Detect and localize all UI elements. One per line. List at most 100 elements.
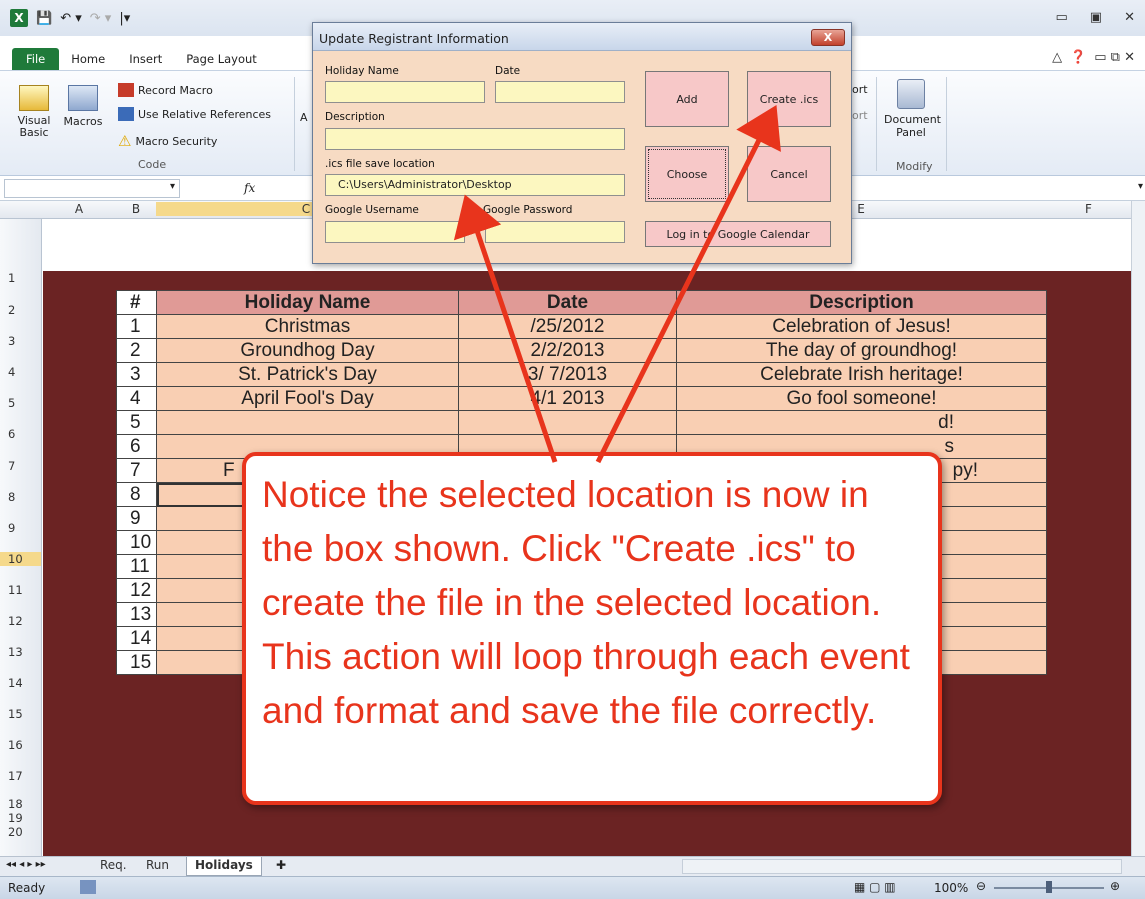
macros-button[interactable]: Macros bbox=[60, 85, 106, 128]
cell-desc[interactable]: Go fool someone! bbox=[676, 386, 1047, 411]
restore-icon[interactable]: ▭ ⧉ ✕ bbox=[1094, 50, 1135, 65]
cell-desc[interactable]: Celebrate Irish heritage! bbox=[676, 362, 1047, 387]
cell-date[interactable]: /25/2012 bbox=[458, 314, 677, 339]
cell-name[interactable]: April Fool's Day bbox=[156, 386, 459, 411]
select-all-corner[interactable] bbox=[0, 201, 42, 218]
tab-page-layout[interactable]: Page Layout bbox=[174, 48, 269, 70]
formula-expand-icon[interactable]: ▾ bbox=[1138, 181, 1143, 192]
row-header[interactable]: 4 bbox=[0, 365, 40, 379]
tab-file[interactable]: File bbox=[12, 48, 60, 70]
zoom-out-icon[interactable]: ⊖ bbox=[976, 879, 986, 893]
sheet-tab-run[interactable]: Run bbox=[138, 857, 177, 876]
row-header[interactable]: 18 bbox=[0, 797, 40, 811]
row-header[interactable]: 6 bbox=[0, 427, 40, 441]
customize-qat-icon[interactable]: |▾ bbox=[119, 11, 130, 26]
cell-num[interactable]: 1 bbox=[116, 314, 157, 339]
macro-record-status-icon[interactable] bbox=[80, 880, 96, 894]
row-header[interactable]: 7 bbox=[0, 459, 40, 473]
cell-num[interactable]: 15 bbox=[116, 650, 157, 675]
google-login-button[interactable]: Log in to Google Calendar bbox=[645, 221, 831, 247]
view-buttons[interactable]: ▦ ▢ ▥ bbox=[854, 880, 896, 894]
horizontal-scrollbar[interactable] bbox=[682, 859, 1122, 874]
row-header[interactable]: 19 bbox=[0, 811, 40, 825]
cell-num[interactable]: 11 bbox=[116, 554, 157, 579]
cell-num[interactable]: 2 bbox=[116, 338, 157, 363]
cell-date[interactable] bbox=[458, 410, 677, 435]
choose-button[interactable]: Choose bbox=[645, 146, 729, 202]
cell-num[interactable]: 9 bbox=[116, 506, 157, 531]
header-holiday-name[interactable]: Holiday Name bbox=[156, 290, 459, 315]
row-header[interactable]: 9 bbox=[0, 521, 40, 535]
row-header[interactable]: 16 bbox=[0, 738, 40, 752]
dialog-title[interactable]: Update Registrant Information bbox=[313, 23, 851, 51]
date-field[interactable] bbox=[495, 81, 625, 103]
tab-home[interactable]: Home bbox=[59, 48, 117, 70]
row-header[interactable]: 14 bbox=[0, 676, 40, 690]
cell-desc[interactable]: Celebration of Jesus! bbox=[676, 314, 1047, 339]
undo-icon[interactable]: ↶ ▾ bbox=[60, 11, 82, 26]
use-relative-references-button[interactable]: Use Relative References bbox=[118, 107, 271, 121]
name-box[interactable]: ▾ bbox=[4, 179, 180, 198]
row-header[interactable]: 13 bbox=[0, 645, 40, 659]
row-header[interactable]: 2 bbox=[0, 303, 40, 317]
cell-num[interactable]: 10 bbox=[116, 530, 157, 555]
row-header[interactable]: 8 bbox=[0, 490, 40, 504]
zoom-level[interactable]: 100% bbox=[934, 881, 968, 895]
zoom-slider-thumb[interactable] bbox=[1046, 881, 1052, 893]
cell-name[interactable] bbox=[156, 410, 459, 435]
description-field[interactable] bbox=[325, 128, 625, 150]
row-header[interactable]: 17 bbox=[0, 769, 40, 783]
column-header[interactable]: A bbox=[42, 202, 116, 216]
sheet-nav-icons[interactable]: ◂◂ ◂ ▸ ▸▸ bbox=[6, 859, 46, 870]
tab-insert[interactable]: Insert bbox=[117, 48, 174, 70]
cancel-button[interactable]: Cancel bbox=[747, 146, 831, 202]
document-panel-button[interactable]: Document Panel bbox=[884, 79, 941, 139]
row-header[interactable]: 5 bbox=[0, 396, 40, 410]
cell-date[interactable]: 4/1 2013 bbox=[458, 386, 677, 411]
fx-icon[interactable]: fx bbox=[244, 181, 255, 195]
sheet-tab-req[interactable]: Req. bbox=[92, 857, 135, 876]
redo-icon[interactable]: ↷ ▾ bbox=[90, 11, 112, 26]
cell-desc[interactable]: d! bbox=[676, 410, 1047, 435]
sheet-tab-holidays[interactable]: Holidays bbox=[186, 857, 262, 876]
header-num[interactable]: # bbox=[116, 290, 157, 315]
add-button[interactable]: Add bbox=[645, 71, 729, 127]
cell-num[interactable]: 7 bbox=[116, 458, 157, 483]
holiday-name-field[interactable] bbox=[325, 81, 485, 103]
header-date[interactable]: Date bbox=[458, 290, 677, 315]
record-macro-button[interactable]: Record Macro bbox=[118, 83, 213, 97]
name-box-dropdown-icon[interactable]: ▾ bbox=[170, 181, 175, 192]
cell-date[interactable]: 3/ 7/2013 bbox=[458, 362, 677, 387]
row-header[interactable]: 1 bbox=[0, 271, 40, 285]
dialog-close-button[interactable]: X bbox=[811, 29, 845, 46]
cell-num[interactable]: 14 bbox=[116, 626, 157, 651]
help-icon[interactable]: ❓ bbox=[1070, 50, 1086, 65]
row-header[interactable]: 12 bbox=[0, 614, 40, 628]
google-password-field[interactable] bbox=[485, 221, 625, 243]
column-header[interactable]: B bbox=[116, 202, 156, 216]
cell-name[interactable]: Groundhog Day bbox=[156, 338, 459, 363]
macro-security-button[interactable]: ⚠ Macro Security bbox=[118, 132, 217, 150]
column-header[interactable]: F bbox=[1046, 202, 1131, 216]
row-header[interactable]: 10 bbox=[0, 552, 41, 566]
cell-date[interactable]: 2/2/2013 bbox=[458, 338, 677, 363]
row-header[interactable]: 15 bbox=[0, 707, 40, 721]
vertical-scrollbar[interactable] bbox=[1131, 201, 1145, 856]
row-header[interactable]: 20 bbox=[0, 825, 40, 839]
cell-num[interactable]: 13 bbox=[116, 602, 157, 627]
insert-sheet-icon[interactable]: ✚ bbox=[276, 858, 286, 872]
cell-num[interactable]: 12 bbox=[116, 578, 157, 603]
cell-name[interactable]: St. Patrick's Day bbox=[156, 362, 459, 387]
row-header[interactable]: 3 bbox=[0, 334, 40, 348]
header-description[interactable]: Description bbox=[676, 290, 1047, 315]
cell-num[interactable]: 8 bbox=[116, 482, 157, 507]
maximize-button[interactable]: ▣ bbox=[1090, 10, 1102, 25]
close-window-button[interactable]: ✕ bbox=[1124, 10, 1135, 25]
create-ics-button[interactable]: Create .ics bbox=[747, 71, 831, 127]
visual-basic-button[interactable]: Visual Basic bbox=[14, 85, 54, 139]
cell-num[interactable]: 5 bbox=[116, 410, 157, 435]
cell-num[interactable]: 4 bbox=[116, 386, 157, 411]
zoom-in-icon[interactable]: ⊕ bbox=[1110, 879, 1120, 893]
minimize-button[interactable]: ▭ bbox=[1056, 10, 1068, 25]
cell-desc[interactable]: The day of groundhog! bbox=[676, 338, 1047, 363]
